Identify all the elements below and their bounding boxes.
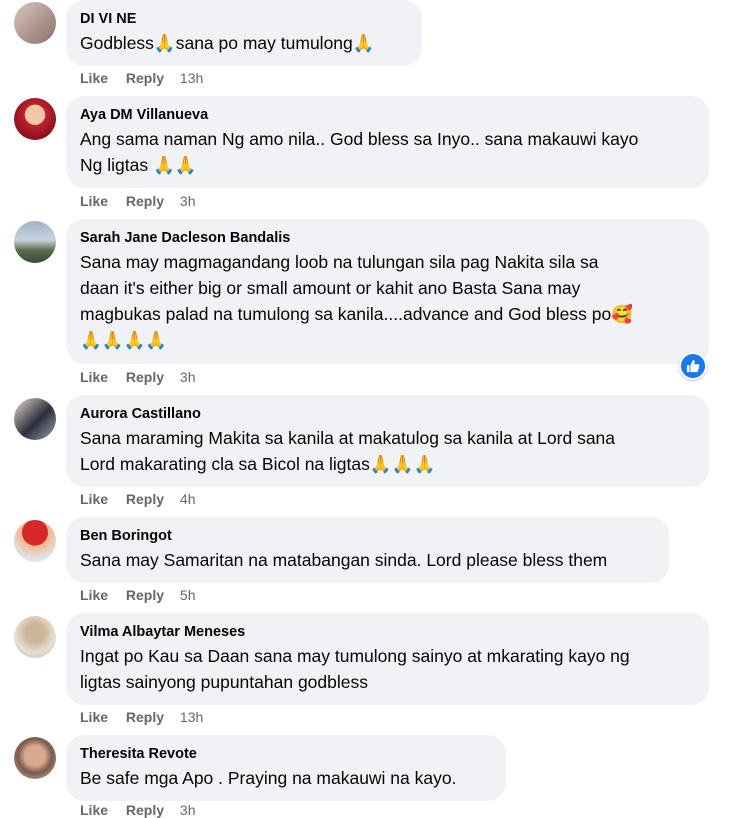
comment-timestamp[interactable]: 13h — [180, 70, 203, 86]
comment-text: Be safe mga Apo . Praying na makauwi na … — [80, 765, 492, 791]
comment-actions: Like Reply 3h — [80, 193, 210, 209]
comment-author[interactable]: Aurora Castillano — [80, 405, 695, 423]
reply-link[interactable]: Reply — [126, 491, 164, 507]
comment-author[interactable]: DI VI NE — [80, 10, 408, 28]
comment-text-line: daan it's either big or small amount or … — [80, 278, 581, 298]
comment-actions: Like Reply 3h — [80, 802, 210, 818]
comment-timestamp[interactable]: 3h — [180, 802, 196, 818]
comment-text-line: ligtas sainyong pupuntahan godbless — [80, 672, 368, 692]
reply-link[interactable]: Reply — [126, 587, 164, 603]
comment-actions: Like Reply 13h — [80, 709, 217, 725]
comment-bubble: Theresita Revote Be safe mga Apo . Prayi… — [66, 735, 506, 801]
comment-text-line: Lord makarating cla sa Bicol na ligtas🙏🙏… — [80, 454, 436, 474]
like-link[interactable]: Like — [80, 587, 108, 603]
comment-timestamp[interactable]: 3h — [180, 193, 196, 209]
comment-text: Sana maraming Makita sa kanila at makatu… — [80, 425, 695, 477]
avatar[interactable] — [14, 398, 56, 440]
comment-text: Godbless🙏sana po may tumulong🙏 — [80, 30, 408, 56]
comment-text: Ingat po Kau sa Daan sana may tumulong s… — [80, 643, 695, 695]
comment-timestamp[interactable]: 5h — [180, 587, 196, 603]
avatar[interactable] — [14, 98, 56, 140]
comment-actions: Like Reply 4h — [80, 491, 210, 507]
comment-bubble: DI VI NE Godbless🙏sana po may tumulong🙏 — [66, 0, 422, 66]
comment-text-line: Sana maraming Makita sa kanila at makatu… — [80, 428, 616, 448]
comment-text: Ang sama naman Ng amo nila.. God bless s… — [80, 126, 695, 178]
comment-actions: Like Reply 3h — [80, 369, 210, 385]
reply-link[interactable]: Reply — [126, 193, 164, 209]
comment-text-line: magbukas palad na tumulong sa kanila....… — [80, 304, 633, 324]
comment-text-line: Ng ligtas 🙏🙏 — [80, 155, 197, 175]
avatar[interactable] — [14, 2, 56, 44]
comment-author[interactable]: Aya DM Villanueva — [80, 106, 695, 124]
comment-author[interactable]: Theresita Revote — [80, 745, 492, 763]
like-link[interactable]: Like — [80, 491, 108, 507]
comment-text-line: Ang sama naman Ng amo nila.. God bless s… — [80, 129, 639, 149]
comment-text-line: Be safe mga Apo . Praying na makauwi na … — [80, 768, 457, 788]
comment-bubble: Aurora Castillano Sana maraming Makita s… — [66, 395, 709, 487]
like-reaction-icon[interactable] — [679, 352, 707, 380]
like-link[interactable]: Like — [80, 709, 108, 725]
comment-text-line: Ingat po Kau sa Daan sana may tumulong s… — [80, 646, 630, 666]
comment-text-line: 🙏🙏🙏🙏 — [80, 330, 168, 350]
thumbs-up-icon — [686, 359, 700, 373]
avatar[interactable] — [14, 737, 56, 779]
avatar[interactable] — [14, 221, 56, 263]
like-link[interactable]: Like — [80, 70, 108, 86]
comment-bubble: Ben Boringot Sana may Samaritan na matab… — [66, 517, 669, 583]
comment-author[interactable]: Ben Boringot — [80, 527, 655, 545]
like-link[interactable]: Like — [80, 193, 108, 209]
comment-text-line: Sana may Samaritan na matabangan sinda. … — [80, 550, 608, 570]
reply-link[interactable]: Reply — [126, 70, 164, 86]
comment-timestamp[interactable]: 3h — [180, 369, 196, 385]
like-link[interactable]: Like — [80, 369, 108, 385]
comment-author[interactable]: Sarah Jane Dacleson Bandalis — [80, 229, 695, 247]
like-link[interactable]: Like — [80, 802, 108, 818]
comment-timestamp[interactable]: 13h — [180, 709, 203, 725]
comment-bubble: Aya DM Villanueva Ang sama naman Ng amo … — [66, 96, 709, 188]
comment-text: Sana may Samaritan na matabangan sinda. … — [80, 547, 655, 573]
comment-actions: Like Reply 13h — [80, 70, 217, 86]
reply-link[interactable]: Reply — [126, 802, 164, 818]
comment-text: Sana may magmagandang loob na tulungan s… — [80, 249, 695, 353]
reply-link[interactable]: Reply — [126, 709, 164, 725]
comment-timestamp[interactable]: 4h — [180, 491, 196, 507]
reply-link[interactable]: Reply — [126, 369, 164, 385]
comment-actions: Like Reply 5h — [80, 587, 210, 603]
avatar[interactable] — [14, 520, 56, 562]
comment-bubble: Vilma Albaytar Meneses Ingat po Kau sa D… — [66, 613, 709, 705]
comment-bubble: Sarah Jane Dacleson Bandalis Sana may ma… — [66, 219, 709, 364]
avatar[interactable] — [14, 616, 56, 658]
comment-text-line: Godbless🙏sana po may tumulong🙏 — [80, 33, 375, 53]
comment-text-line: Sana may magmagandang loob na tulungan s… — [80, 252, 599, 272]
comment-author[interactable]: Vilma Albaytar Meneses — [80, 623, 695, 641]
